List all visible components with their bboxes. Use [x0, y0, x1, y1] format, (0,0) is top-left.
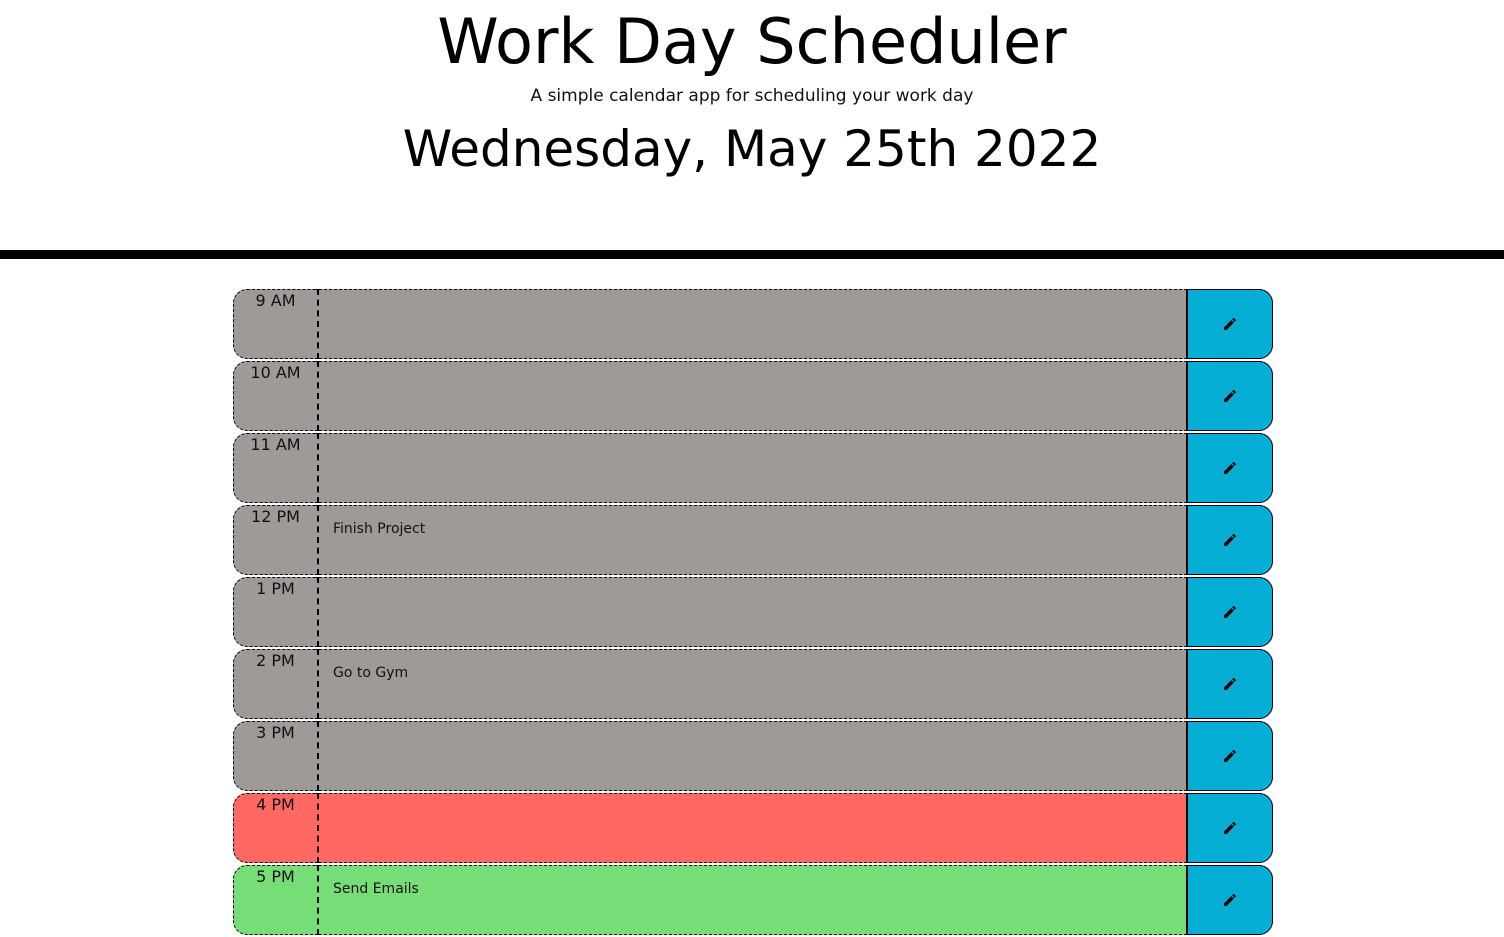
pencil-icon	[1224, 533, 1237, 546]
event-description[interactable]: Finish Project	[319, 505, 1187, 575]
save-button[interactable]	[1187, 721, 1273, 791]
pencil-icon	[1224, 821, 1237, 834]
hour-label: 4 PM	[233, 793, 319, 863]
event-description[interactable]	[319, 721, 1187, 791]
pencil-icon	[1224, 317, 1237, 330]
event-description[interactable]: Go to Gym	[319, 649, 1187, 719]
pencil-icon	[1224, 749, 1237, 762]
event-description[interactable]: Send Emails	[319, 865, 1187, 935]
time-block: 5 PM Send Emails	[233, 865, 1273, 935]
event-description[interactable]	[319, 793, 1187, 863]
pencil-icon	[1224, 389, 1237, 402]
pencil-icon	[1224, 677, 1237, 690]
save-button[interactable]	[1187, 361, 1273, 431]
current-day: Wednesday, May 25th 2022	[402, 120, 1102, 178]
time-block: 12 PM Finish Project	[233, 505, 1273, 575]
save-button[interactable]	[1187, 649, 1273, 719]
hour-label: 3 PM	[233, 721, 319, 791]
hour-label: 11 AM	[233, 433, 319, 503]
pencil-icon	[1224, 893, 1237, 906]
header-divider	[0, 250, 1504, 259]
save-button[interactable]	[1187, 865, 1273, 935]
hour-label: 2 PM	[233, 649, 319, 719]
time-block: 1 PM	[233, 577, 1273, 647]
save-button[interactable]	[1187, 577, 1273, 647]
time-block: 10 AM	[233, 361, 1273, 431]
time-block: 9 AM	[233, 289, 1273, 359]
hour-label: 12 PM	[233, 505, 319, 575]
time-block-list: 9 AM 10 AM 11 AM 12 PM Finish Project 1 PM 2 P…	[233, 289, 1273, 937]
save-button[interactable]	[1187, 289, 1273, 359]
save-button[interactable]	[1187, 793, 1273, 863]
hour-label: 5 PM	[233, 865, 319, 935]
event-description[interactable]	[319, 577, 1187, 647]
hour-label: 10 AM	[233, 361, 319, 431]
time-block: 11 AM	[233, 433, 1273, 503]
header: Work Day Scheduler A simple calendar app…	[0, 0, 1504, 250]
save-button[interactable]	[1187, 505, 1273, 575]
event-description[interactable]	[319, 361, 1187, 431]
event-description[interactable]	[319, 289, 1187, 359]
hour-label: 1 PM	[233, 577, 319, 647]
save-button[interactable]	[1187, 433, 1273, 503]
time-block: 2 PM Go to Gym	[233, 649, 1273, 719]
pencil-icon	[1224, 461, 1237, 474]
hour-label: 9 AM	[233, 289, 319, 359]
time-block: 3 PM	[233, 721, 1273, 791]
page-subtitle: A simple calendar app for scheduling you…	[530, 86, 974, 106]
page-title: Work Day Scheduler	[437, 5, 1067, 78]
pencil-icon	[1224, 605, 1237, 618]
time-block: 4 PM	[233, 793, 1273, 863]
event-description[interactable]	[319, 433, 1187, 503]
